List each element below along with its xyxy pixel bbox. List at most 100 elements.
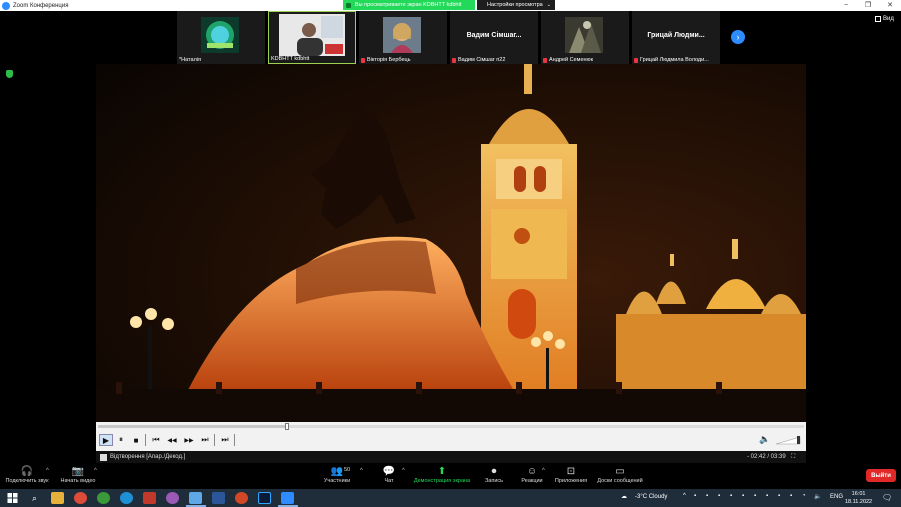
participant-tile[interactable]: Вадим Сімшаг... Вадим Сімшаг п22 (450, 11, 538, 64)
word-icon[interactable] (212, 492, 225, 504)
system-clock[interactable]: 16:01 18.11.2022 (845, 490, 872, 506)
next-page-arrow-icon[interactable]: › (731, 30, 745, 44)
search-icon[interactable]: ⌕ (28, 492, 41, 504)
tray-app-icon[interactable]: ▪ (706, 493, 708, 499)
zoom-icon[interactable] (281, 492, 294, 504)
powerpoint-icon[interactable] (235, 492, 248, 504)
chat-button[interactable]: 💬 Чат (378, 466, 400, 484)
seek-bar-progress (98, 425, 288, 428)
audio-button[interactable]: 🎧 Подключить звук (4, 466, 50, 484)
record-icon: ⏺ (491, 466, 497, 477)
language-indicator[interactable]: ENG (830, 494, 843, 500)
file-explorer-icon[interactable] (51, 492, 64, 504)
share-screen-button[interactable]: ⬆ Демонстрация экрана (412, 466, 472, 484)
wifi-icon[interactable]: ◔ (802, 493, 806, 499)
audio-label: Подключить звук (5, 478, 49, 484)
mic-muted-icon (452, 57, 456, 63)
tray-app-icon[interactable]: ▪ (718, 493, 720, 499)
tray-app-icon[interactable]: ▪ (778, 493, 780, 499)
share-screen-icon: ⬆ (437, 466, 447, 477)
exit-button[interactable]: Выйти (866, 469, 896, 482)
tray-app-icon[interactable]: ▪ (694, 493, 696, 499)
headphones-icon: 🎧 (20, 466, 34, 477)
participant-tile-active[interactable]: KDBHTT kdbhtt (268, 11, 356, 64)
close-button[interactable]: ✕ (879, 0, 901, 10)
participant-tile[interactable]: Вікторія Бербець (359, 11, 447, 64)
participant-name: *Наталія (179, 57, 201, 63)
tray-app-icon[interactable]: ▪ (790, 493, 792, 499)
chat-caret-icon[interactable]: ^ (402, 468, 405, 474)
shared-screen-video[interactable] (96, 64, 806, 422)
clock-date: 18.11.2022 (845, 499, 873, 505)
previous-button[interactable]: ⏮ (149, 434, 163, 446)
mail-icon[interactable] (189, 492, 202, 504)
rewind-button[interactable]: ◀◀ (165, 434, 179, 446)
reactions-caret-icon[interactable]: ^ (542, 468, 545, 474)
participant-tile[interactable]: *Наталія (177, 11, 265, 64)
participant-name: KDBHTT kdbhtt (271, 56, 310, 62)
whiteboard-icon: ▭ (615, 466, 625, 477)
video-button[interactable]: 📷 Начать видео (58, 466, 98, 484)
video-options-caret-icon[interactable]: ^ (94, 468, 97, 474)
media-player-controls: ▶ ⏸ ■ ⏮ ◀◀ ▶▶ ⏭ ⏭ 🔈 (96, 422, 806, 451)
participant-tile[interactable]: Андрей Семенюк (541, 11, 629, 64)
record-label: Запись (484, 478, 504, 484)
seek-handle[interactable] (285, 423, 290, 430)
tray-app-icon[interactable]: ▪ (766, 493, 768, 499)
chrome-icon[interactable] (74, 492, 87, 504)
view-settings-button[interactable]: Настройки просмотра ⌄ (477, 0, 555, 10)
windows-start-icon[interactable] (6, 492, 19, 504)
notifications-icon[interactable]: 🗨 (882, 493, 892, 502)
minimize-button[interactable]: − (835, 0, 857, 10)
stop-button[interactable]: ■ (129, 434, 143, 446)
participant-tile[interactable]: Грицай Людми... Грицай Людмила Володи... (632, 11, 720, 64)
security-shield-icon[interactable] (6, 70, 13, 78)
participant-name: Вадим Сімшаг п22 (452, 57, 505, 63)
play-button[interactable]: ▶ (99, 434, 113, 446)
app-icon[interactable] (97, 492, 110, 504)
app-icon[interactable] (166, 492, 179, 504)
view-settings-label: Настройки просмотра (487, 2, 543, 8)
seek-bar[interactable] (98, 425, 804, 428)
participant-big-name: Вадим Сімшаг... (466, 32, 522, 39)
restore-button[interactable]: ❐ (857, 0, 879, 10)
tray-app-icon[interactable]: ▪ (754, 493, 756, 499)
photoshop-icon[interactable] (258, 492, 271, 504)
playback-status: Відтворення [Апар./Декод.] (110, 454, 186, 460)
volume-slider[interactable] (776, 435, 802, 445)
weather-text[interactable]: -3°C Cloudy (635, 494, 667, 500)
fullscreen-icon[interactable]: ⛶ (791, 454, 795, 461)
edge-icon[interactable] (120, 492, 133, 504)
player-status-bar: Відтворення [Апар./Декод.] - 02:42 / 03:… (96, 451, 806, 463)
volume-icon[interactable]: 🔈 (814, 493, 821, 500)
office-icon[interactable] (143, 492, 156, 504)
participants-caret-icon[interactable]: ^ (360, 468, 363, 474)
window-title: Zoom Конференция (13, 2, 69, 9)
whiteboards-button[interactable]: ▭ Доски сообщений (596, 466, 644, 484)
tray-expand-icon[interactable]: ^ (683, 493, 686, 499)
camera-off-icon: 📷 (71, 466, 85, 477)
chat-icon: 💬 (382, 466, 396, 477)
frame-step-button[interactable]: ⏭ (218, 434, 232, 446)
participants-button[interactable]: 👥 Участники (318, 466, 356, 484)
grid-icon (875, 16, 881, 22)
divider (214, 434, 215, 446)
tray-app-icon[interactable]: ▪ (730, 493, 732, 499)
apps-button[interactable]: ⊡ Приложения (553, 466, 589, 484)
participant-name: Вікторія Бербець (361, 57, 411, 63)
apps-label: Приложения (554, 478, 588, 484)
video-label: Начать видео (60, 478, 96, 484)
mic-muted-icon (361, 57, 365, 63)
clock-time: 16:01 (851, 491, 866, 497)
share-banner: Вы просматриваете экран KDBHTT kdbhtt (343, 0, 475, 10)
audio-options-caret-icon[interactable]: ^ (46, 468, 49, 474)
view-button[interactable]: Вид (875, 16, 894, 22)
fast-forward-button[interactable]: ▶▶ (182, 434, 196, 446)
record-button[interactable]: ⏺ Запись (482, 466, 506, 484)
pause-button[interactable]: ⏸ (114, 434, 128, 446)
weather-icon[interactable]: ☁ (621, 493, 627, 500)
view-label: Вид (883, 16, 894, 22)
next-button[interactable]: ⏭ (198, 434, 212, 446)
tray-app-icon[interactable]: ▪ (742, 493, 744, 499)
volume-icon[interactable]: 🔈 (759, 434, 770, 445)
